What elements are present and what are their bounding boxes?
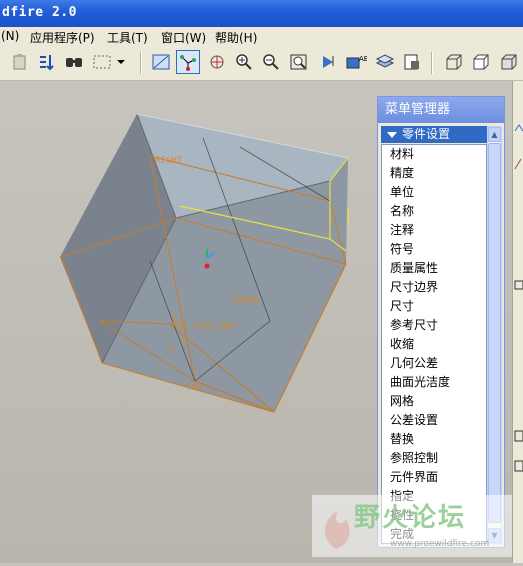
watermark-text: 野火论坛	[354, 503, 467, 533]
menu-manager-section-label: 零件设置	[402, 127, 451, 141]
menu-manager-section[interactable]: 零件设置	[381, 126, 487, 143]
datum-display-icon[interactable]	[149, 50, 173, 74]
scroll-thumb[interactable]	[488, 143, 501, 523]
menu-item-dim-bound[interactable]: 尺寸边界	[382, 278, 486, 297]
axis-label-x: X	[168, 344, 174, 354]
svg-text:AB: AB	[359, 55, 367, 63]
menu-item-units[interactable]: 单位	[382, 183, 486, 202]
datum-points-icon[interactable]	[176, 50, 200, 74]
window-title: dfire 2.0	[2, 5, 77, 20]
menu-item-symbol[interactable]: 符号	[382, 240, 486, 259]
datum-label-right: RIGHT	[155, 156, 183, 166]
sketch-tool-icon	[514, 280, 523, 290]
menu-item-tol-setup[interactable]: 公差设置	[382, 411, 486, 430]
select-box-icon[interactable]	[90, 50, 114, 74]
shading-icon[interactable]	[496, 50, 520, 74]
spin-center-icon[interactable]	[205, 50, 229, 74]
refit-icon[interactable]	[287, 50, 311, 74]
menu-manager-title: 菜单管理器	[378, 97, 504, 123]
menu-item-n[interactable]: (N)	[1, 29, 19, 43]
menu-item-mass-props[interactable]: 质量属性	[382, 259, 486, 278]
menu-item-help[interactable]: 帮助(H)	[215, 29, 257, 46]
title-bar: dfire 2.0	[0, 0, 523, 27]
find-icon[interactable]	[62, 50, 86, 74]
menu-item-accuracy[interactable]: 精度	[382, 164, 486, 183]
right-toolbar-strip	[512, 81, 523, 563]
menu-item-shrinkage[interactable]: 收缩	[382, 335, 486, 354]
zoom-out-icon[interactable]	[259, 50, 283, 74]
feature-tool-icon	[514, 460, 523, 472]
hidden-line-icon[interactable]	[468, 50, 492, 74]
datum-label-top: TOP	[186, 383, 203, 393]
feature-tool-icon	[514, 430, 523, 442]
menu-item-applications[interactable]: 应用程序(P)	[30, 29, 95, 46]
wireframe-icon[interactable]	[441, 50, 465, 74]
menu-item-tools[interactable]: 工具(T)	[107, 29, 148, 46]
watermark-url: www.proewildfire.com	[390, 539, 490, 549]
menu-item-geom-tol[interactable]: 几何公差	[382, 354, 486, 373]
csys-label: PRT_CSYS_DEF	[172, 322, 237, 332]
menu-item-notes[interactable]: 注释	[382, 221, 486, 240]
menu-item-surface-finish[interactable]: 曲面光洁度	[382, 373, 486, 392]
menu-item-ref-control[interactable]: 参照控制	[382, 449, 486, 468]
paste-icon[interactable]	[8, 50, 32, 74]
menu-item-replace[interactable]: 替换	[382, 430, 486, 449]
collapse-triangle-icon	[387, 131, 397, 138]
menu-item-dimension[interactable]: 尺寸	[382, 297, 486, 316]
datum-axis-icon	[514, 158, 522, 170]
zoom-in-icon[interactable]	[232, 50, 256, 74]
menu-item-ref-dim[interactable]: 参考尺寸	[382, 316, 486, 335]
menu-item-window[interactable]: 窗口(W)	[161, 29, 206, 46]
menu-manager-scrollbar[interactable]: ▲ ▼	[487, 126, 502, 544]
watermark-logo-icon	[324, 511, 350, 549]
menu-manager-list: 材料 精度 单位 名称 注释 符号 质量属性 尺寸边界 尺寸 参考尺寸 收缩 几…	[381, 144, 487, 544]
datum-tool-icon	[514, 124, 523, 132]
toolbar-separator	[431, 52, 433, 74]
layers-icon[interactable]	[373, 50, 397, 74]
chevron-down-icon[interactable]	[114, 50, 128, 74]
axis-label-y: Y	[181, 336, 187, 346]
reorient-icon[interactable]	[317, 50, 341, 74]
menu-item-name[interactable]: 名称	[382, 202, 486, 221]
regenerate-icon[interactable]	[35, 50, 59, 74]
axis-label-z: Z	[172, 314, 178, 324]
watermark: 野火论坛 www.proewildfire.com	[312, 495, 512, 557]
toolbar: AB	[0, 46, 523, 81]
datum-label-front: FRONT	[233, 296, 261, 306]
menu-item-material[interactable]: 材料	[382, 145, 486, 164]
saved-views-icon[interactable]: AB	[344, 50, 368, 74]
menu-item-comp-interface[interactable]: 元件界面	[382, 468, 486, 487]
menu-bar: (N) 应用程序(P) 工具(T) 窗口(W) 帮助(H)	[0, 27, 523, 47]
toolbar-separator	[140, 52, 142, 74]
menu-manager: 菜单管理器 零件设置 材料 精度 单位 名称 注释 符号 质量属性 尺寸边界 尺…	[377, 96, 505, 548]
menu-item-mesh[interactable]: 网格	[382, 392, 486, 411]
scroll-up-icon[interactable]: ▲	[488, 127, 501, 142]
view-manager-icon[interactable]	[400, 50, 424, 74]
